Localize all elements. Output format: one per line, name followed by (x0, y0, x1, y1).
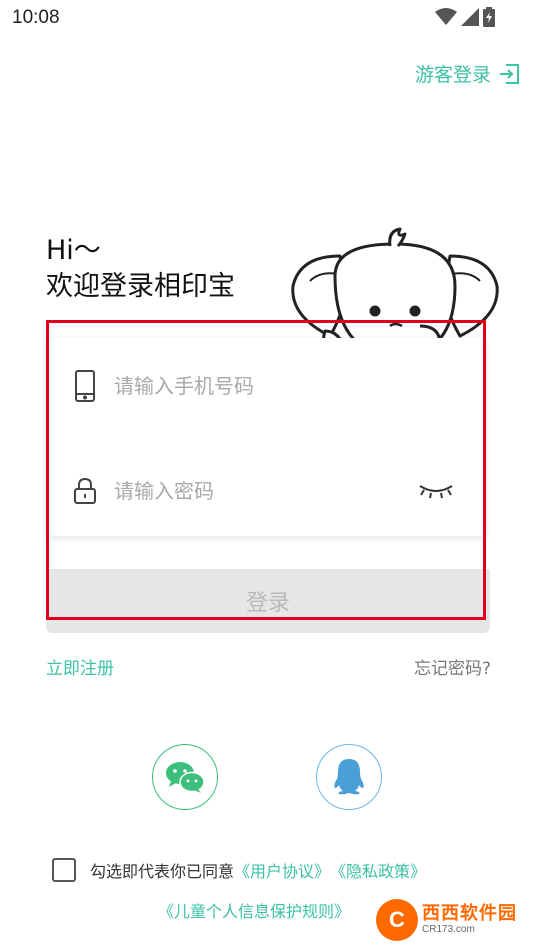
privacy-policy-link[interactable]: 《隐私政策》 (330, 858, 426, 882)
login-button[interactable]: 登录 (46, 569, 490, 633)
lock-icon (74, 478, 96, 504)
agreement-row-2: 《儿童个人信息保护规则》 (158, 898, 350, 922)
eye-closed-icon[interactable] (418, 482, 454, 500)
agreement-row: 勾选即代表你已同意 《用户协议》 《隐私政策》 (52, 858, 426, 882)
login-arrow-icon (500, 63, 519, 84)
watermark-url: CR173.com (422, 924, 475, 935)
wechat-icon (166, 762, 205, 793)
guest-login-label: 游客登录 (414, 64, 491, 86)
password-input[interactable] (114, 471, 414, 511)
register-link[interactable]: 立即注册 (46, 654, 114, 679)
phone-icon (75, 370, 95, 402)
cell-signal-icon (461, 8, 479, 26)
qq-login-button[interactable] (316, 744, 382, 810)
phone-input[interactable] (114, 366, 414, 406)
agreement-checkbox[interactable] (52, 858, 76, 882)
status-icons (435, 7, 495, 27)
phone-field-row (48, 356, 486, 416)
child-privacy-link[interactable]: 《儿童个人信息保护规则》 (158, 902, 350, 921)
greeting-welcome: 欢迎登录相印宝 (46, 271, 235, 302)
status-time: 10:08 (12, 7, 60, 28)
qq-icon (334, 759, 364, 795)
agreement-prefix: 勾选即代表你已同意 (90, 862, 235, 881)
password-field-row (48, 461, 486, 521)
status-bar: 10:08 (0, 0, 535, 36)
battery-icon (483, 7, 495, 27)
guest-login-button[interactable]: 游客登录 (415, 60, 521, 87)
wechat-login-button[interactable] (152, 744, 218, 810)
site-watermark: C 西西软件园 CR173.com (376, 899, 517, 941)
login-card (48, 338, 486, 536)
user-agreement-link[interactable]: 《用户协议》 (234, 858, 330, 882)
greeting-hi: Hi～ (46, 235, 101, 266)
greeting: Hi～ 欢迎登录相印宝 (46, 233, 235, 305)
watermark-logo: C (376, 899, 418, 941)
watermark-text: 西西软件园 (422, 903, 517, 924)
wifi-icon (435, 8, 457, 25)
forgot-password-link[interactable]: 忘记密码? (414, 654, 491, 679)
